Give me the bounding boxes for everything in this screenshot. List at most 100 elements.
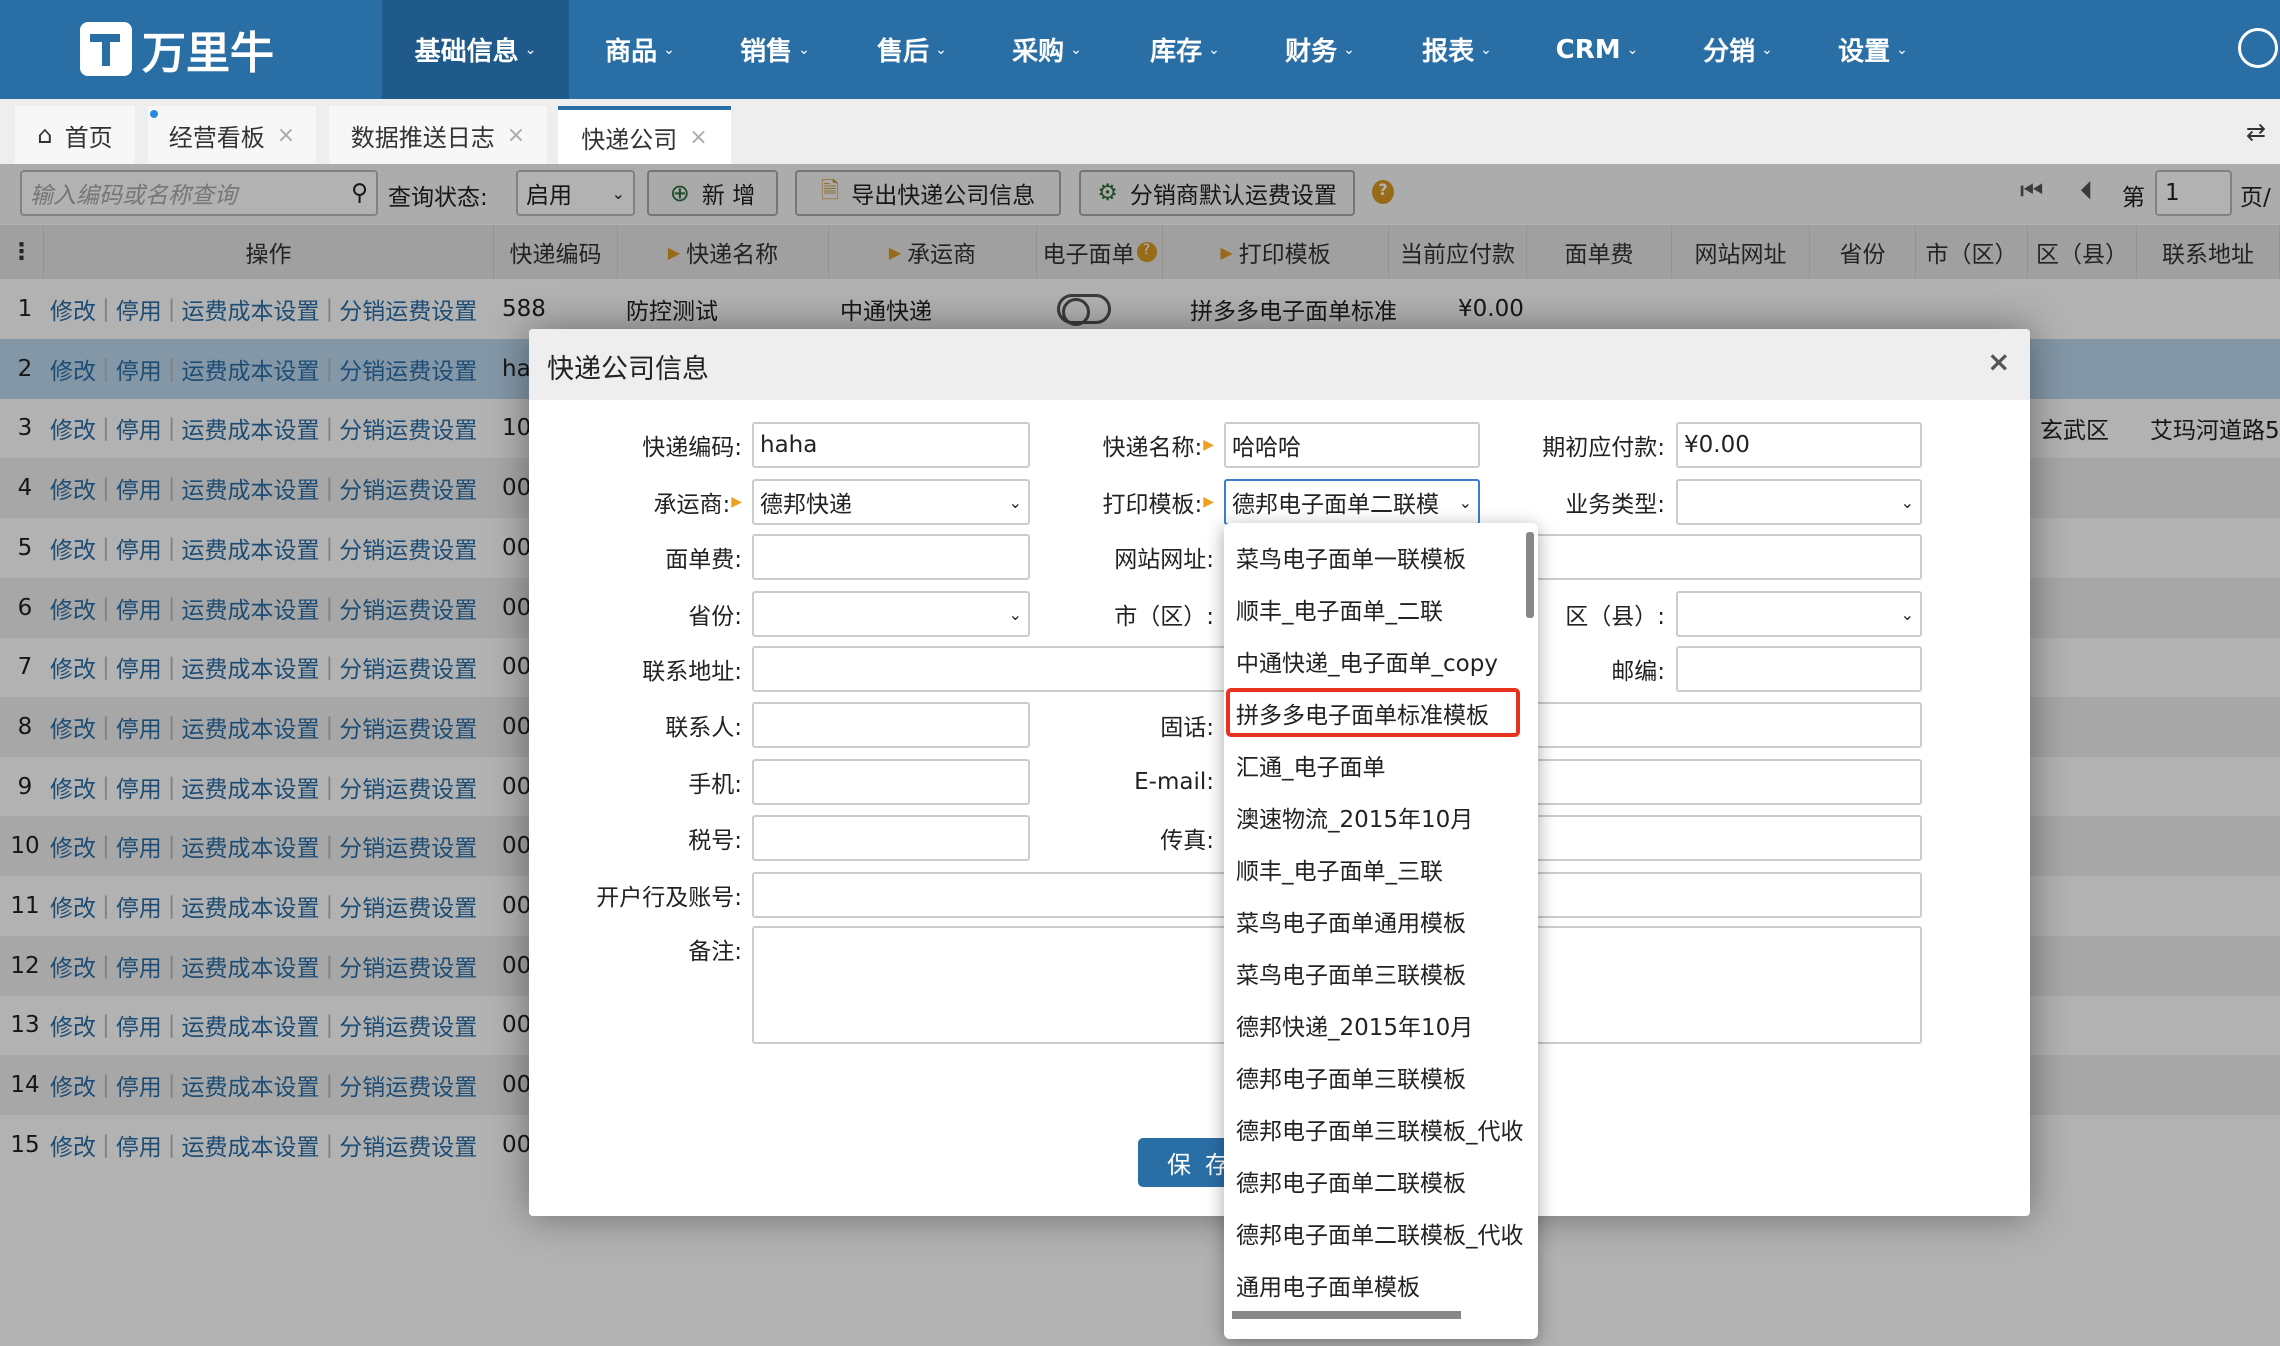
nav-item[interactable]: 基础信息 ⌄	[382, 0, 569, 99]
print-template-dropdown[interactable]: 菜鸟电子面单一联模板 顺丰_电子面单_二联 中通快递_电子面单_copy 拼多多电子面…	[1224, 523, 1538, 1339]
field-label: 固话:	[1160, 715, 1214, 741]
label-website: 网站网址:	[994, 534, 1214, 580]
logo[interactable]: 万里牛	[80, 20, 274, 79]
nav-item[interactable]: 财务 ⌄	[1263, 0, 1377, 99]
user-avatar-icon[interactable]	[2238, 28, 2278, 68]
chevron-down-icon: ⌄	[1208, 41, 1220, 58]
dropdown-option[interactable]: 中通快递_电子面单_copy	[1236, 637, 1498, 685]
dropdown-option[interactable]: 顺丰_电子面单_二联	[1236, 585, 1443, 633]
label-phone: 固话:	[994, 702, 1214, 748]
field-label: 省份:	[688, 604, 742, 630]
nav-item[interactable]: 分销 ⌄	[1681, 0, 1795, 99]
close-icon[interactable]: ×	[689, 125, 707, 150]
dialog-header	[529, 329, 2030, 400]
horizontal-scrollbar[interactable]	[1232, 1311, 1461, 1319]
carrier-field[interactable]: 德邦快递 ⌄	[752, 479, 1030, 525]
nav-label: 财务	[1285, 37, 1338, 67]
nav-item[interactable]: 销售 ⌄	[718, 0, 832, 99]
nav-item[interactable]: 商品 ⌄	[582, 0, 698, 99]
dropdown-option[interactable]: 德邦电子面单二联模板	[1236, 1157, 1466, 1205]
logo-mark-icon	[80, 22, 132, 76]
nav-item[interactable]: CRM ⌄	[1535, 0, 1659, 99]
dropdown-option[interactable]: 菜鸟电子面单通用模板	[1236, 897, 1466, 945]
nav-label: 商品	[605, 37, 658, 67]
field-label: 快递编码:	[642, 435, 742, 461]
dropdown-option[interactable]: 顺丰_电子面单_三联	[1236, 845, 1443, 893]
label-contact: 联系人:	[522, 702, 742, 748]
field-label: 手机:	[688, 772, 742, 798]
dropdown-option[interactable]: 德邦电子面单三联模板_代收	[1236, 1105, 1524, 1153]
label-city: 市（区）:	[994, 591, 1214, 637]
dropdown-option[interactable]: 菜鸟电子面单一联模板	[1236, 533, 1466, 581]
tab-dashboard[interactable]: 经营看板 ×	[148, 106, 316, 164]
field-label: 网站网址:	[1114, 547, 1214, 573]
dialog-title: 快递公司信息	[547, 354, 709, 385]
nav-item[interactable]: 售后 ⌄	[855, 0, 969, 99]
nav-label: 售后	[877, 37, 930, 67]
tab-home[interactable]: ⌂ 首页	[15, 106, 135, 164]
field-label: 承运商:	[653, 492, 731, 518]
tab-push-log[interactable]: 数据推送日志 ×	[329, 106, 547, 164]
label-tax: 税号:	[522, 815, 742, 861]
dropdown-option[interactable]: 汇通_电子面单	[1236, 741, 1386, 789]
chevron-down-icon: ⌄	[1070, 41, 1082, 58]
field-label: 快递名称:	[1102, 435, 1203, 461]
county-field[interactable]: ⌄	[1676, 591, 1922, 637]
close-icon[interactable]: ×	[277, 123, 295, 148]
field-value: haha	[760, 432, 818, 458]
label-code: 快递编码:	[522, 422, 742, 468]
field-label: 打印模板:	[1102, 492, 1203, 518]
nav-label: 销售	[740, 37, 793, 67]
field-label: 联系地址:	[642, 659, 742, 685]
chevron-down-icon: ⌄	[935, 41, 947, 58]
dropdown-option[interactable]: 菜鸟电子面单三联模板	[1236, 949, 1466, 997]
label-bank: 开户行及账号:	[522, 872, 742, 918]
code-field[interactable]: haha	[752, 422, 1030, 468]
tab-menu-icon[interactable]: ⇄	[2246, 118, 2266, 146]
required-marker-icon: ▶	[731, 494, 742, 510]
close-icon[interactable]: ×	[1987, 345, 2010, 378]
contact-field[interactable]	[752, 702, 1030, 748]
unread-dot-icon	[150, 110, 158, 118]
nav-item[interactable]: 报表 ⌄	[1400, 0, 1514, 99]
chevron-down-icon: ⌄	[663, 41, 675, 58]
dropdown-option[interactable]: 德邦电子面单三联模板	[1236, 1053, 1466, 1101]
field-value: 德邦电子面单二联模	[1232, 492, 1439, 518]
field-label: 市（区）:	[1114, 604, 1214, 630]
top-navigation: 万里牛 基础信息 ⌄ 商品 ⌄ 销售 ⌄ 售后 ⌄ 采购 ⌄ 库存 ⌄ 财务 ⌄ 报表 ⌄ CRM ⌄ 分销 ⌄ 设置 ⌄	[0, 0, 2280, 99]
dropdown-option[interactable]: 通用电子面单模板	[1236, 1261, 1420, 1309]
vertical-scrollbar[interactable]	[1526, 532, 1534, 618]
close-icon[interactable]: ×	[507, 123, 525, 148]
label-fee: 面单费:	[522, 534, 742, 580]
nav-item[interactable]: 设置 ⌄	[1816, 0, 1930, 99]
tax-field[interactable]	[752, 815, 1030, 861]
dropdown-option[interactable]: 德邦电子面单二联模板_代收	[1236, 1209, 1524, 1257]
dropdown-option[interactable]: 拼多多电子面单标准模板	[1236, 689, 1489, 737]
tab-label: 经营看板	[168, 123, 265, 152]
nav-label: 基础信息	[414, 37, 519, 67]
label-name: 快递名称: ▶	[994, 422, 1214, 468]
name-field[interactable]: 哈哈哈	[1224, 422, 1480, 468]
nav-item[interactable]: 采购 ⌄	[990, 0, 1104, 99]
province-field[interactable]: ⌄	[752, 591, 1030, 637]
field-label: 联系人:	[665, 715, 742, 741]
chevron-down-icon: ⌄	[524, 41, 537, 58]
field-value: ¥0.00	[1684, 432, 1750, 458]
tab-label: 首页	[64, 123, 113, 152]
nav-label: CRM	[1555, 34, 1621, 65]
label-opening: 期初应付款:	[1445, 422, 1665, 468]
zip-field[interactable]	[1676, 646, 1922, 692]
label-mobile: 手机:	[522, 759, 742, 805]
dropdown-option[interactable]: 德邦快递_2015年10月	[1236, 1001, 1473, 1049]
biztype-field[interactable]: ⌄	[1676, 479, 1922, 525]
nav-item[interactable]: 库存 ⌄	[1128, 0, 1242, 99]
tab-express-company[interactable]: 快递公司 ×	[558, 106, 731, 164]
fee-field[interactable]	[752, 534, 1030, 580]
field-label: 传真:	[1160, 828, 1214, 854]
field-label: E-mail:	[1134, 769, 1214, 795]
template-field[interactable]: 德邦电子面单二联模 ⌄	[1224, 479, 1480, 525]
dropdown-option[interactable]: 澳速物流_2015年10月	[1236, 793, 1473, 841]
opening-field[interactable]: ¥0.00	[1676, 422, 1922, 468]
mobile-field[interactable]	[752, 759, 1030, 805]
field-label: 税号:	[688, 828, 742, 854]
